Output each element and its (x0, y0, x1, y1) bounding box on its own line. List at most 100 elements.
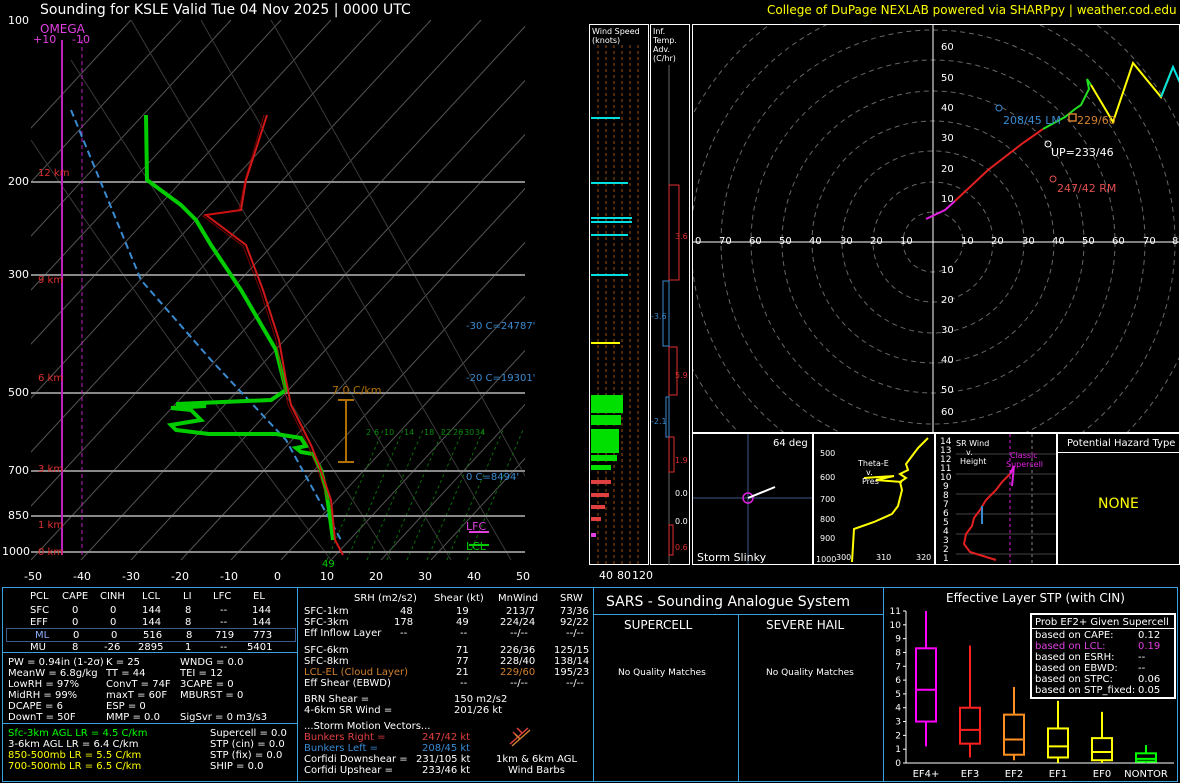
hodo-x-label: 30 (1022, 236, 1035, 247)
lfc-label: LFC (466, 520, 487, 533)
prob-lcl-value: 0.19 (1138, 641, 1161, 652)
lapse-rate-label: 7.0 C/km (332, 384, 382, 397)
sr-wind-title3: Height (960, 457, 987, 466)
inf-temp-value: 0.0 (675, 489, 688, 498)
stp-y-tick-label: 6 (895, 676, 901, 686)
cell: 19 (456, 606, 469, 617)
stp-category-label: EF1 (1049, 769, 1067, 780)
stp-cin-value: STP (cin) = 0.0 (210, 739, 285, 750)
hodo-x-label: 60 (1112, 236, 1125, 247)
cell: 0 (110, 617, 117, 628)
theta-e-ylabel: 900 (820, 534, 836, 543)
index-value: MBURST = 0 (180, 690, 244, 701)
col-cinh: CINH (100, 591, 125, 602)
page-title: Sounding for KSLE Valid Tue 04 Nov 2025 … (40, 2, 411, 18)
hazard-panel: Potential Hazard Type NONE (1057, 433, 1180, 565)
height-label-3km: 3 km (38, 464, 64, 475)
stp-y-tick-label: 5 (895, 690, 901, 700)
right-mover-label: 247/42 RM (1057, 182, 1117, 195)
stp-y-tick-label: 4 (895, 704, 901, 714)
cell: 178 (394, 617, 414, 628)
temp-label: -10 (220, 570, 238, 583)
mixratio-label: 6 (374, 428, 380, 437)
level-zero: 0 C=8494' (466, 472, 520, 483)
temp-label: 10 (320, 570, 334, 583)
sars-hail-result: No Quality Matches (766, 668, 854, 678)
cell: 144 (142, 605, 162, 616)
parcel-panel: PCL CAPE CINH LCL LI LFC EL SFC 0 0 144 … (2, 587, 298, 653)
col-li: LI (183, 591, 192, 602)
mixratio-label: 18 (424, 428, 435, 437)
hodo-x-label: 70 (719, 236, 732, 247)
cell: -- (220, 642, 228, 653)
stp-fix-value: STP (fix) = 0.0 (210, 750, 283, 761)
stp-category-label: EF3 (961, 769, 979, 780)
cell: 71 (456, 645, 469, 656)
lapse-sfc3: Sfc-3km AGL LR = 4.5 C/km (8, 728, 148, 739)
hodo-ring-label: 40 (941, 103, 954, 114)
cell: MU (30, 642, 46, 653)
hodograph-svg (693, 25, 1179, 432)
hodo-x-label: 8 (1172, 236, 1179, 247)
index-value: 3CAPE = 0 (180, 679, 234, 690)
prob-cape-label: based on CAPE: (1035, 630, 1114, 641)
barb-caption1: 1km & 6km AGL (496, 754, 578, 765)
cell: 92/22 (560, 617, 589, 628)
wind-axis-120: 120 (632, 569, 653, 582)
parcel-row-ml[interactable]: ML 0 0 516 8 719 773 (6, 628, 296, 642)
pressure-label-100: 100 (8, 14, 29, 27)
cell: 8 (72, 642, 79, 653)
omega-right: -10 (72, 33, 90, 46)
cell: 5401 (247, 642, 273, 653)
index-value: WNDG = 0.0 (180, 657, 244, 668)
cell: 144 (252, 605, 272, 616)
corfidi-up-label: Corfidi Upshear = (304, 765, 393, 776)
temp-label: 40 (467, 570, 481, 583)
cell: 719 (215, 630, 235, 641)
sr-wind-panel: SR Wind v. Height Classic Supercell 14 1… (935, 433, 1057, 565)
sars-supercell-title: SUPERCELL (624, 618, 693, 632)
sr-classic2: Supercell (1006, 460, 1044, 469)
sr-wind-svg (956, 434, 1056, 564)
index-value: PW = 0.94in (1-2σ) (8, 657, 104, 668)
cell: 229/60 (500, 667, 536, 678)
cell: LCL-EL (Cloud Layer) (304, 667, 409, 678)
stp-y-tick-label: 1 (895, 745, 901, 755)
stp-y-tick-label: 3 (895, 718, 901, 728)
barb-icon (509, 727, 531, 747)
storm-slinky-svg (693, 434, 812, 564)
pressure-label-850: 850 (8, 509, 29, 522)
lapse-panel: Sfc-3km AGL LR = 4.5 C/km 3-6km AGL LR =… (2, 724, 298, 782)
kin-header-shear: Shear (kt) (434, 593, 484, 604)
prob-ebwd-value: -- (1138, 663, 1146, 674)
kin-header-mnwind: MnWind (498, 593, 539, 604)
hodo-x-label: 50 (779, 236, 792, 247)
cell: SFC-3km (304, 617, 349, 628)
cell: --/-- (510, 678, 528, 689)
index-value: MidRH = 99% (8, 690, 78, 701)
upshear-label: UP=233/46 (1051, 146, 1114, 159)
index-value: ConvT = 74F (106, 679, 171, 690)
temp-label: -40 (73, 570, 91, 583)
index-value: ESP = 0 (106, 701, 146, 712)
skewt-svg (31, 20, 525, 560)
wind-speed-svg (591, 45, 639, 565)
lapse-36: 3-6km AGL LR = 6.4 C/km (8, 739, 139, 750)
hodo-x-label: 60 (749, 236, 762, 247)
inf-temp-svg (662, 65, 680, 565)
cell: SFC-6km (304, 645, 349, 656)
cell: 224/24 (500, 617, 536, 628)
hodo-ring-label: 10 (941, 194, 954, 205)
cell: Eff Shear (EBWD) (304, 678, 391, 689)
prob-box: Prob EF2+ Given Supercell based on CAPE:… (1030, 613, 1176, 699)
temp-label: -20 (171, 570, 189, 583)
cell: 73/36 (560, 606, 589, 617)
theta-e-label3: Pres (862, 477, 879, 486)
cell: 0 (72, 617, 79, 628)
inf-temp-value: 0.6 (675, 543, 688, 552)
sars-panel: SARS - Sounding Analogue System SUPERCEL… (594, 587, 884, 782)
hodo-ring-label: 20 (941, 295, 954, 306)
cell: 8 (185, 617, 192, 628)
mixratio-label: 26 (453, 428, 464, 437)
temp-label: 0 (274, 570, 281, 583)
